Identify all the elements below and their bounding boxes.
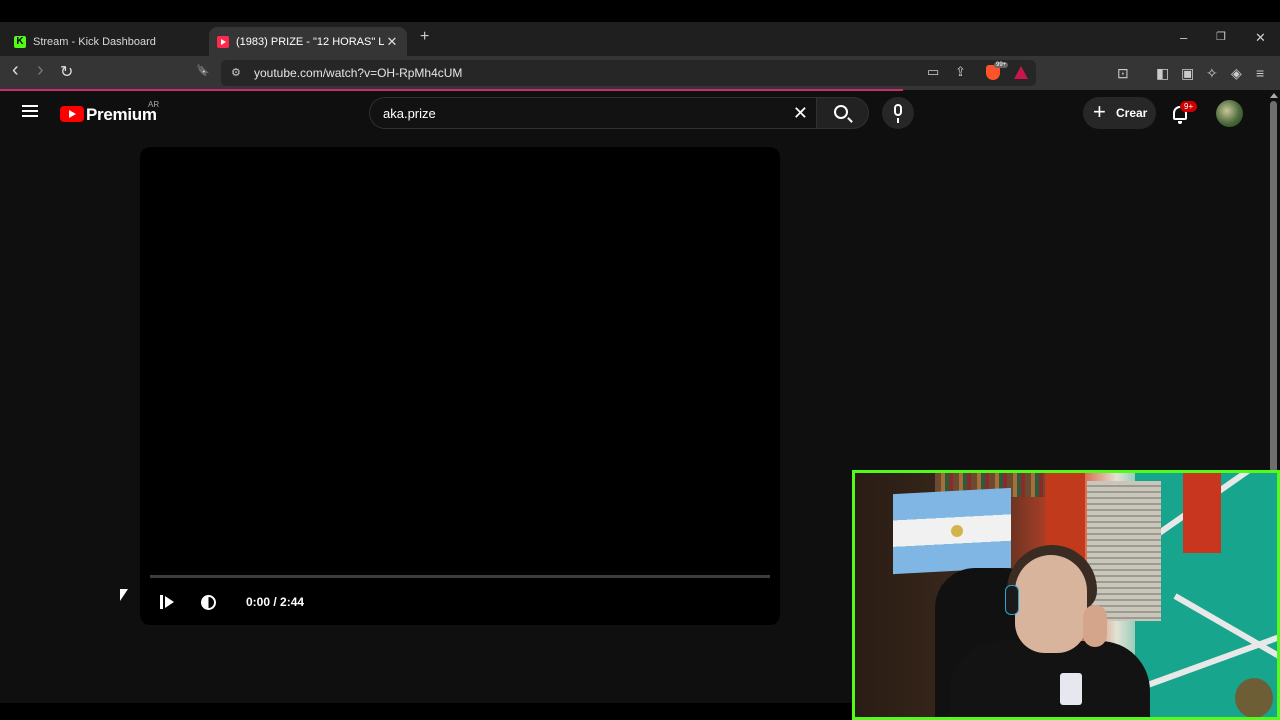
notification-count-badge: 9+ [1180, 101, 1198, 112]
webcam-overlay [852, 470, 1280, 720]
clear-search-icon[interactable]: ✕ [793, 103, 808, 124]
leo-ai-icon[interactable]: ✧ [1206, 65, 1218, 82]
video-time: 0:00 / 2:44 [246, 595, 305, 609]
url-text[interactable]: youtube.com/watch?v=OH-RpMh4cUM [254, 66, 462, 80]
minimize-button[interactable]: – [1180, 30, 1187, 45]
sidebar-icon[interactable]: ◧ [1156, 65, 1169, 82]
country-code: AR [148, 100, 160, 109]
create-label: Crear [1116, 106, 1148, 120]
reader-mode-icon[interactable]: ⊡ [1117, 65, 1129, 82]
forward-icon[interactable]: › [37, 59, 44, 82]
brave-shields-badge: 99+ [994, 62, 1009, 68]
webcam-curtain [1183, 473, 1221, 553]
search-button[interactable] [817, 97, 869, 129]
close-tab-icon[interactable]: ✕ [385, 34, 399, 50]
search-field[interactable]: aka.prize ✕ [369, 97, 817, 129]
youtube-premium-logo[interactable]: Premium [86, 105, 157, 125]
cast-icon[interactable]: ▭ [927, 64, 939, 80]
browser-tab-strip: K Stream - Kick Dashboard (1983) PRIZE -… [0, 22, 1280, 56]
mate-cup [1235, 678, 1273, 717]
tab-kick-dashboard[interactable]: K Stream - Kick Dashboard [6, 27, 206, 56]
vpn-icon[interactable]: ◈ [1231, 65, 1242, 82]
menu-icon[interactable]: ≡ [1256, 65, 1264, 81]
play-icon-bar [160, 595, 163, 609]
avatar[interactable] [1216, 100, 1243, 127]
person-hand [1083, 605, 1107, 647]
microphone-icon [894, 104, 902, 123]
share-icon[interactable]: ⇪ [955, 64, 966, 80]
bottom-strip [0, 703, 852, 720]
person-face [1015, 555, 1087, 653]
plus-icon: + [1093, 99, 1106, 124]
scroll-up-arrow-icon[interactable] [1270, 93, 1278, 98]
youtube-logo-icon[interactable] [60, 106, 84, 122]
youtube-icon [217, 35, 229, 48]
os-top-bar [0, 0, 1280, 22]
headphones [1005, 585, 1019, 615]
webcam-window [1087, 481, 1161, 621]
play-icon [165, 596, 174, 608]
new-tab-button[interactable]: + [420, 28, 429, 46]
reload-icon[interactable]: ↻ [60, 62, 73, 82]
brave-rewards-icon[interactable] [1014, 66, 1028, 79]
tab-title: (1983) PRIZE - "12 HORAS" LIVE [236, 35, 385, 48]
video-progress-bar[interactable] [150, 575, 770, 578]
wallet-icon[interactable]: ▣ [1181, 65, 1194, 82]
scrollbar-thumb[interactable] [1270, 101, 1277, 476]
browser-toolbar: ‹ › ↻ 🔖 ⚙ youtube.com/watch?v=OH-RpMh4cU… [0, 56, 1280, 90]
volume-icon[interactable] [201, 595, 216, 610]
youtube-header: Premium AR aka.prize ✕ + Crear 9+ [0, 91, 1268, 137]
restore-button[interactable]: ❐ [1216, 30, 1226, 43]
kick-icon: K [14, 35, 26, 48]
voice-search-button[interactable] [882, 97, 914, 129]
search-input[interactable]: aka.prize [383, 106, 436, 121]
search-icon [834, 105, 848, 119]
mouse-cursor-icon [120, 589, 128, 601]
address-bar[interactable]: ⚙ youtube.com/watch?v=OH-RpMh4cUM ▭ ⇪ 99… [221, 60, 1036, 86]
guide-menu-icon[interactable] [22, 105, 38, 117]
shirt-logo [1060, 673, 1082, 705]
back-icon[interactable]: ‹ [12, 59, 19, 82]
flag-sun [951, 525, 963, 537]
close-window-button[interactable]: ✕ [1255, 30, 1266, 46]
tab-youtube-video[interactable]: (1983) PRIZE - "12 HORAS" LIVE ✕ [209, 27, 407, 56]
tab-title: Stream - Kick Dashboard [33, 35, 156, 48]
video-player[interactable]: 0:00 / 2:44 [140, 147, 780, 625]
play-button[interactable] [160, 595, 174, 609]
create-button[interactable]: + Crear [1083, 97, 1156, 129]
site-settings-icon[interactable]: ⚙ [231, 66, 241, 79]
bookmark-icon[interactable]: 🔖 [196, 64, 210, 77]
